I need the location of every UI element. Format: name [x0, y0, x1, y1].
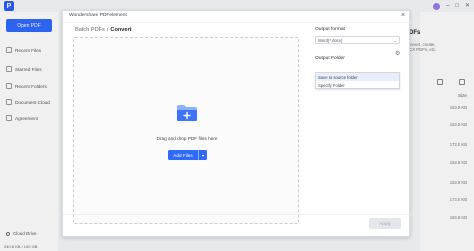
gear-icon[interactable]: ⚙ — [395, 50, 400, 57]
chevron-down-icon: ⌄ — [393, 37, 397, 43]
batch-convert-dialog: Wondershare PDFelement × Batch PDFs / Co… — [62, 10, 411, 237]
output-format-select[interactable]: Word(*.docx) ⌄ — [315, 36, 400, 44]
close-icon[interactable]: × — [401, 12, 405, 20]
breadcrumb-separator: / — [106, 27, 109, 33]
dialog-title: Wondershare PDFelement — [69, 13, 127, 18]
output-format-value: Word(*.docx) — [318, 37, 343, 43]
breadcrumb-current: Convert — [110, 27, 132, 33]
breadcrumb: Batch PDFs / Convert — [75, 27, 132, 33]
output-folder-dropdown: Save to source folder Specify Folder — [315, 72, 400, 89]
dropdown-option-source-folder[interactable]: Save to source folder — [316, 73, 399, 81]
apply-button[interactable]: Apply — [369, 218, 401, 229]
settings-panel: Output format Word(*.docx) ⌄ ⚙ Output Fo… — [313, 23, 411, 223]
output-folder-label: Output Folder — [315, 56, 345, 61]
dropdown-option-specify-folder[interactable]: Specify Folder — [316, 81, 399, 89]
file-drop-zone[interactable]: Drag and drop PDF files here Add Files ▾ — [73, 37, 299, 224]
drop-instructions: Drag and drop PDF files here — [156, 136, 218, 141]
add-files-group: Add Files ▾ — [168, 150, 207, 160]
output-format-label: Output format — [315, 27, 345, 32]
add-files-button[interactable]: Add Files — [168, 150, 198, 160]
breadcrumb-parent[interactable]: Batch PDFs — [75, 27, 105, 33]
folder-add-icon — [177, 105, 197, 121]
divider — [63, 214, 411, 215]
add-files-dropdown-chevron-icon[interactable]: ▾ — [198, 150, 207, 160]
